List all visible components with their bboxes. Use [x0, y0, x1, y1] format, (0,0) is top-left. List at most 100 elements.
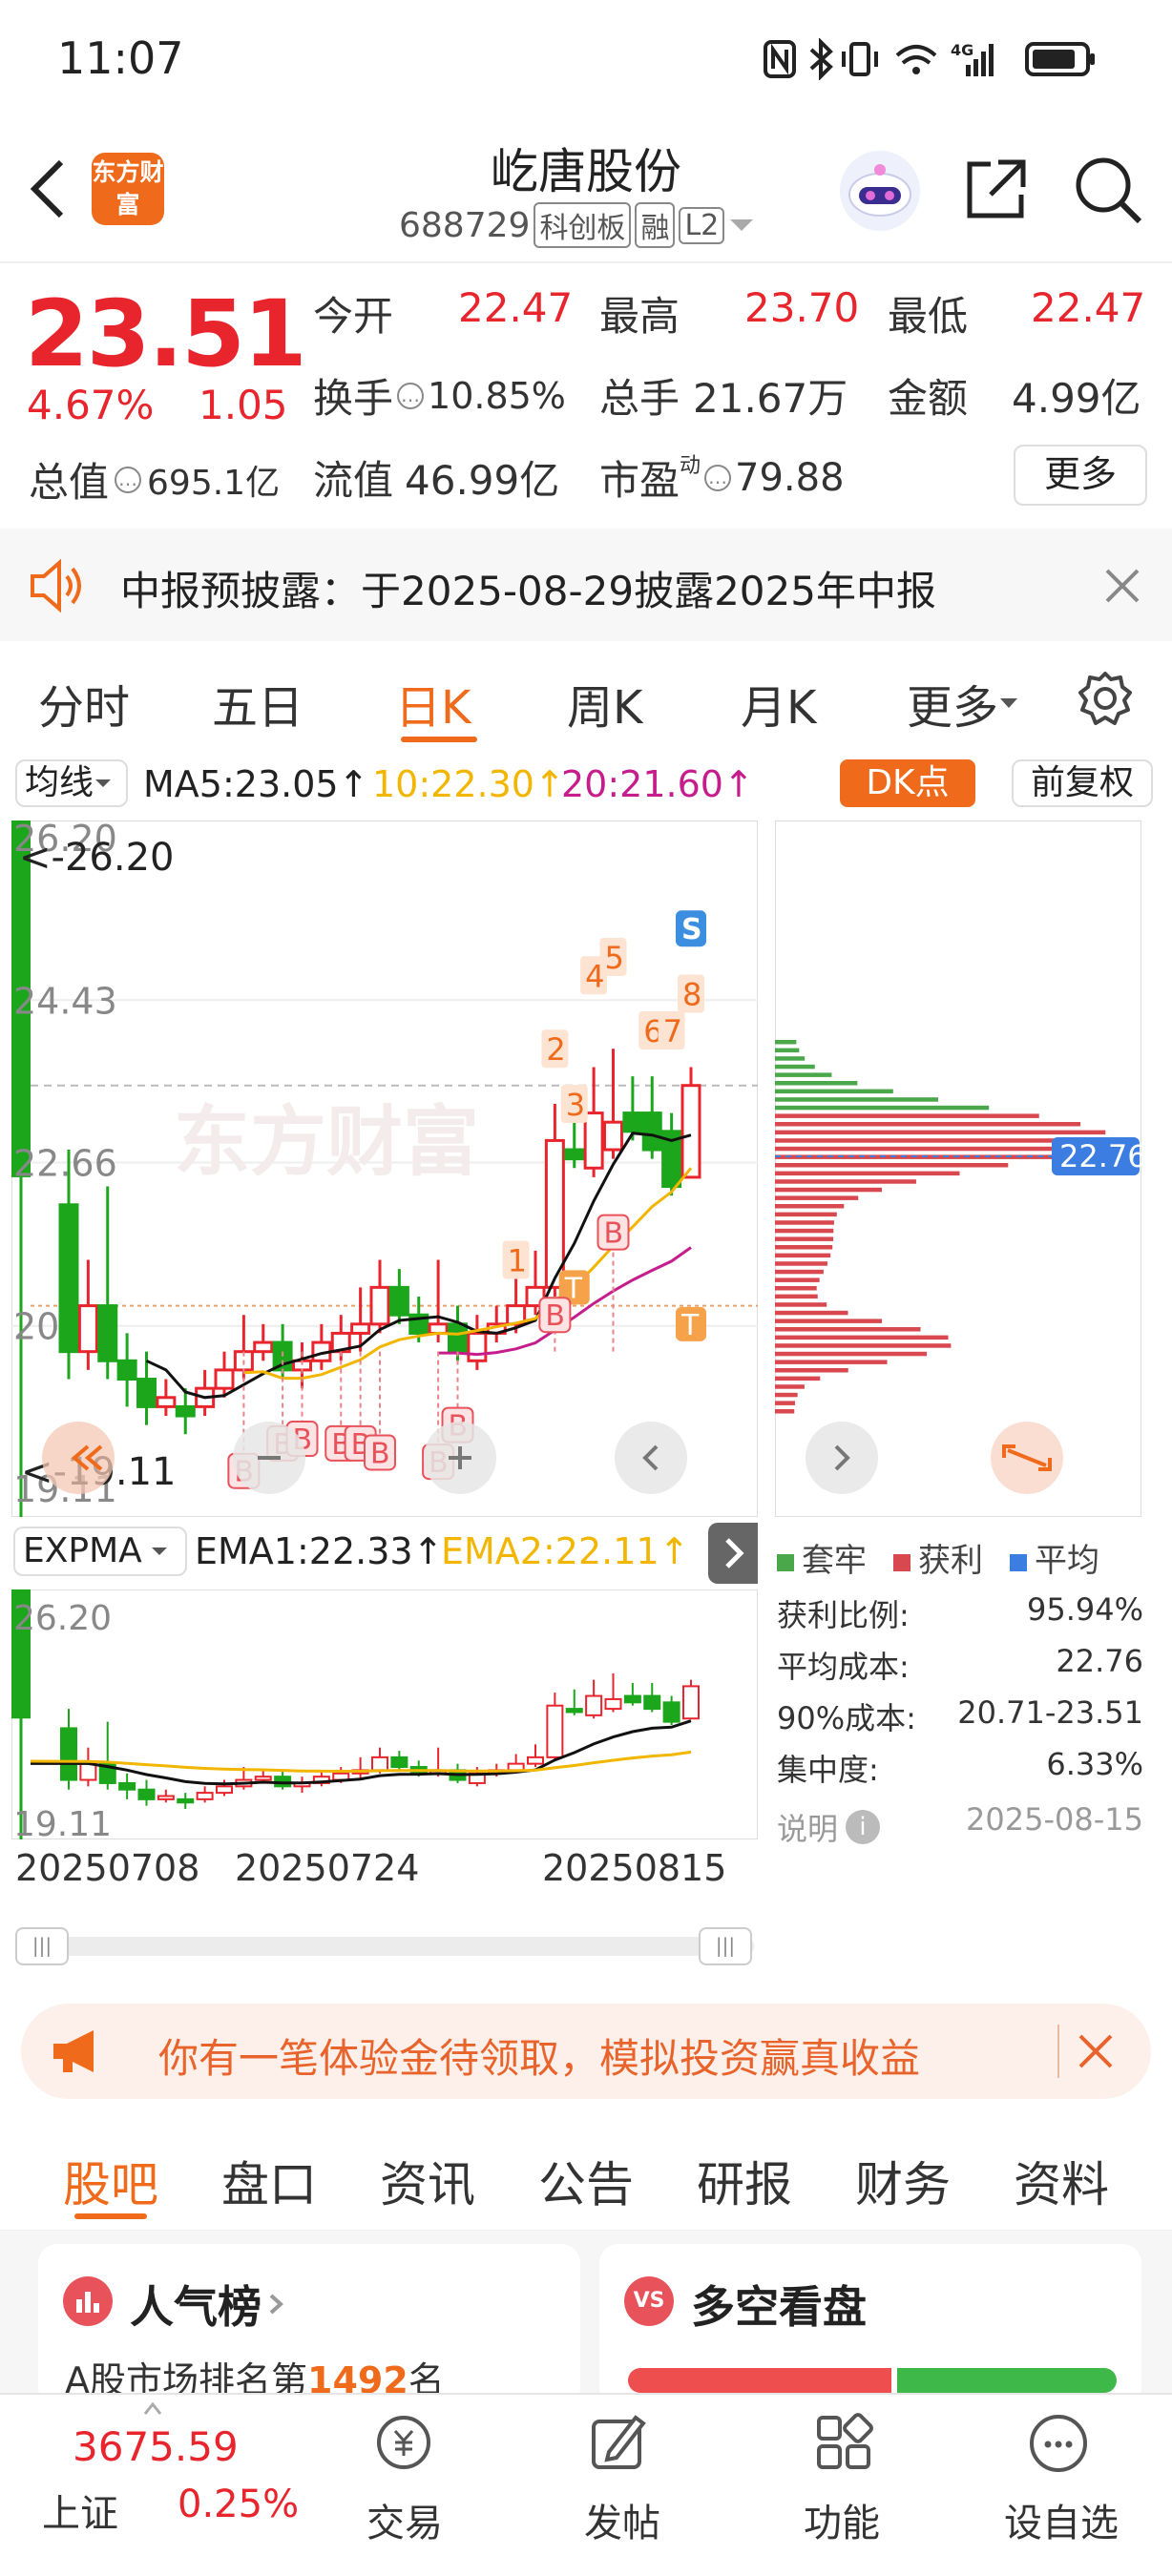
zoom-in-icon[interactable]	[424, 1422, 496, 1494]
candle-body	[350, 1322, 371, 1335]
chip-bar	[775, 1146, 1091, 1152]
popularity-card[interactable]: 人气榜 A股市场排名第1492名	[38, 2244, 580, 2406]
chip-bar	[775, 1195, 859, 1200]
ma20-value: 20:21.60↑	[561, 763, 754, 805]
tab-month-k[interactable]: 月K	[741, 670, 816, 737]
chip-bar	[775, 1056, 806, 1061]
robot-assistant-icon[interactable]	[838, 149, 922, 233]
tab-news[interactable]: 资讯	[380, 2147, 475, 2215]
nav-functions[interactable]: 功能	[804, 2492, 880, 2547]
index-change[interactable]: 0.25%	[178, 2483, 299, 2526]
candle-body	[60, 1727, 77, 1781]
y-tick-label: 24.43	[13, 980, 117, 1022]
info-icon[interactable]: …	[115, 466, 142, 493]
candle-body	[682, 1685, 700, 1720]
popularity-title: 人气榜	[130, 2273, 290, 2336]
chip-bar	[775, 1236, 834, 1241]
tab-more[interactable]: 更多	[907, 670, 1019, 737]
candle-body	[156, 1396, 177, 1408]
ma10-value: 10:22.30↑	[372, 763, 565, 805]
candlestick-chart[interactable]: 东方财富26.2024.4322.6620.8819.11<-26.20<-19…	[11, 821, 758, 1517]
candle-body	[253, 1340, 274, 1354]
chip-bar	[775, 1261, 827, 1266]
tab-finance[interactable]: 财务	[855, 2147, 951, 2215]
expand-sub-button[interactable]	[708, 1523, 758, 1584]
nav-post[interactable]: 发帖	[584, 2492, 660, 2547]
tab-profile[interactable]: 资料	[1014, 2147, 1109, 2215]
low-label: 最低	[888, 293, 969, 340]
adjust-button[interactable]: 前复权	[1012, 759, 1153, 807]
svg-text:4G: 4G	[951, 41, 973, 59]
gear-icon[interactable]	[1077, 670, 1134, 727]
chevron-right-icon[interactable]	[806, 1422, 878, 1494]
chip-bar	[775, 1278, 820, 1282]
megaphone-icon	[53, 2030, 94, 2072]
chip-bar	[775, 1097, 939, 1102]
low-value: 22.47	[1031, 284, 1146, 331]
chevron-double-left-icon[interactable]	[42, 1422, 115, 1494]
info-icon[interactable]: …	[704, 464, 732, 491]
ma-selector[interactable]: 均线	[15, 759, 128, 807]
legend-profit: 获利	[893, 1534, 983, 1581]
tab-pankou[interactable]: 盘口	[221, 2147, 317, 2215]
sub-indicator-selector[interactable]: EXPMA	[13, 1527, 187, 1576]
candle-body	[175, 1404, 196, 1418]
feature-cards: 人气榜 A股市场排名第1492名 VS 多空看盘	[0, 2231, 1172, 2406]
close-icon[interactable]	[1105, 569, 1140, 603]
chip-bar	[775, 1319, 883, 1323]
notice-text: 中报预披露：于2025-08-29披露2025年中报	[120, 568, 936, 614]
chip-bar	[775, 1171, 960, 1176]
tab-research[interactable]: 研报	[697, 2147, 792, 2215]
change-amount: 1.05	[199, 382, 288, 428]
tab-day-k[interactable]: 日K	[395, 670, 471, 737]
info-icon[interactable]: …	[397, 382, 425, 409]
longshort-card[interactable]: VS 多空看盘	[599, 2244, 1141, 2406]
chevron-left-icon[interactable]	[615, 1422, 687, 1494]
candle-body	[641, 1111, 662, 1152]
tab-guba[interactable]: 股吧	[63, 2147, 158, 2215]
tab-week-k[interactable]: 周K	[567, 670, 642, 737]
chip-bar	[775, 1401, 795, 1405]
vs-icon: VS	[624, 2276, 674, 2326]
tab-intraday[interactable]: 分时	[38, 670, 130, 737]
dk-point-button[interactable]: DK点	[840, 759, 975, 807]
speaker-icon	[31, 559, 81, 613]
share-icon[interactable]	[962, 156, 1029, 223]
nav-add-watchlist[interactable]: 设自选	[1004, 2492, 1119, 2547]
zoom-out-icon[interactable]	[233, 1422, 305, 1494]
expand-icon[interactable]	[991, 1422, 1063, 1494]
chip-distribution-chart[interactable]: 22.76	[775, 821, 1141, 1517]
more-button[interactable]: 更多	[1014, 445, 1147, 506]
notice-bar[interactable]: 中报预披露：于2025-08-29披露2025年中报	[0, 529, 1172, 641]
y-tick-label: 22.66	[13, 1143, 117, 1185]
range-slider-track[interactable]	[15, 1937, 754, 1956]
index-name[interactable]: 上证	[42, 2483, 118, 2538]
index-value[interactable]: 3675.59	[73, 2423, 239, 2470]
chip-bar	[775, 1376, 821, 1381]
close-icon[interactable]	[1077, 2032, 1115, 2070]
tab-five-day[interactable]: 五日	[212, 670, 303, 737]
max-price-label: <-26.20	[19, 836, 174, 880]
range-handle-right[interactable]: |||	[699, 1927, 752, 1965]
chip-bar	[775, 1048, 800, 1053]
chip-bar	[775, 1081, 858, 1086]
chip-legend: 套牢 获利 平均	[777, 1534, 1099, 1581]
chip-bar	[775, 1220, 834, 1225]
candle-body	[680, 1084, 701, 1179]
dropdown-icon[interactable]	[728, 216, 755, 235]
range-handle-left[interactable]: |||	[15, 1927, 69, 1965]
candle-body	[196, 1792, 214, 1800]
search-icon[interactable]	[1073, 155, 1143, 225]
explain-link[interactable]: 说明 i	[777, 1801, 881, 1853]
ema1-value: EMA1:22.33↑	[195, 1530, 444, 1572]
date-end: 20250815	[542, 1847, 727, 1889]
b-marker: B	[370, 1437, 390, 1470]
period-tabs: 分时 五日 日K 周K 月K 更多	[0, 641, 1172, 752]
nav-trade[interactable]: 交易	[366, 2492, 443, 2547]
tab-announcements[interactable]: 公告	[538, 2147, 634, 2215]
expma-chart[interactable]: 26.20 19.11	[11, 1589, 758, 1839]
float-row: 流值 46.99亿	[313, 457, 560, 504]
promo-banner[interactable]: 你有一笔体验金待领取，模拟投资赢真收益	[21, 2004, 1151, 2099]
chip-bar	[775, 1384, 805, 1389]
signal-marker: 1	[508, 1242, 527, 1278]
